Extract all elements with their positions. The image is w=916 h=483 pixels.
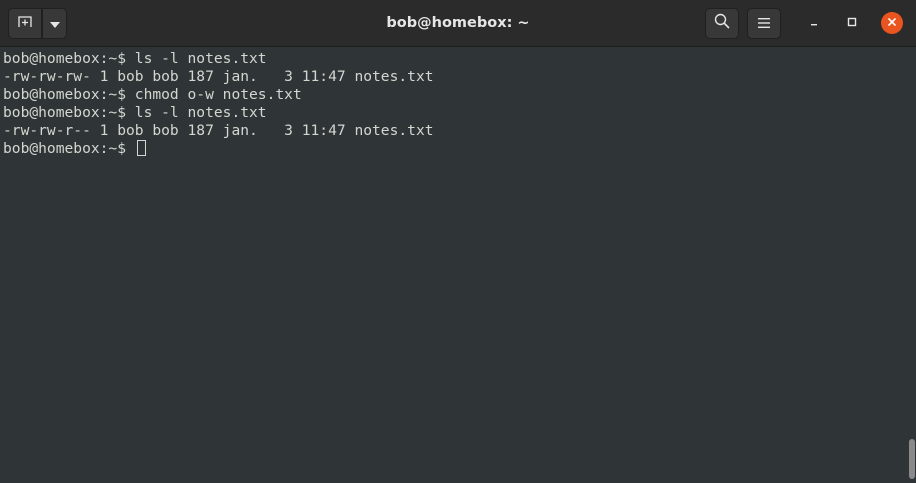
minimize-button[interactable] — [803, 12, 825, 34]
main-menu-button[interactable] — [747, 8, 781, 39]
terminal-line: bob@homebox:~$ ls -l notes.txt — [3, 50, 267, 67]
maximize-icon — [847, 14, 857, 32]
close-icon — [887, 14, 897, 32]
terminal-output[interactable]: bob@homebox:~$ ls -l notes.txt -rw-rw-rw… — [0, 47, 906, 483]
terminal-line: -rw-rw-rw- 1 bob bob 187 jan. 3 11:47 no… — [3, 68, 434, 85]
scrollbar-thumb[interactable] — [909, 439, 915, 479]
minimize-icon — [809, 14, 819, 32]
vertical-scrollbar[interactable] — [906, 47, 916, 483]
text-cursor — [136, 140, 146, 156]
terminal-line: -rw-rw-r-- 1 bob bob 187 jan. 3 11:47 no… — [3, 122, 434, 139]
hamburger-menu-icon — [758, 15, 770, 33]
title-bar: bob@homebox: ~ — [0, 0, 916, 47]
terminal-line: bob@homebox:~$ ls -l notes.txt — [3, 104, 267, 121]
terminal-window: bob@homebox: ~ bob@homebox:~$ ls -l note… — [0, 0, 916, 483]
close-button[interactable] — [881, 12, 903, 34]
prompt-line[interactable]: bob@homebox:~$ — [3, 140, 906, 158]
shell-prompt: bob@homebox:~$ — [3, 140, 135, 157]
maximize-button[interactable] — [841, 12, 863, 34]
search-icon — [714, 13, 730, 34]
search-button[interactable] — [705, 8, 739, 39]
terminal-line: bob@homebox:~$ chmod o-w notes.txt — [3, 86, 302, 103]
